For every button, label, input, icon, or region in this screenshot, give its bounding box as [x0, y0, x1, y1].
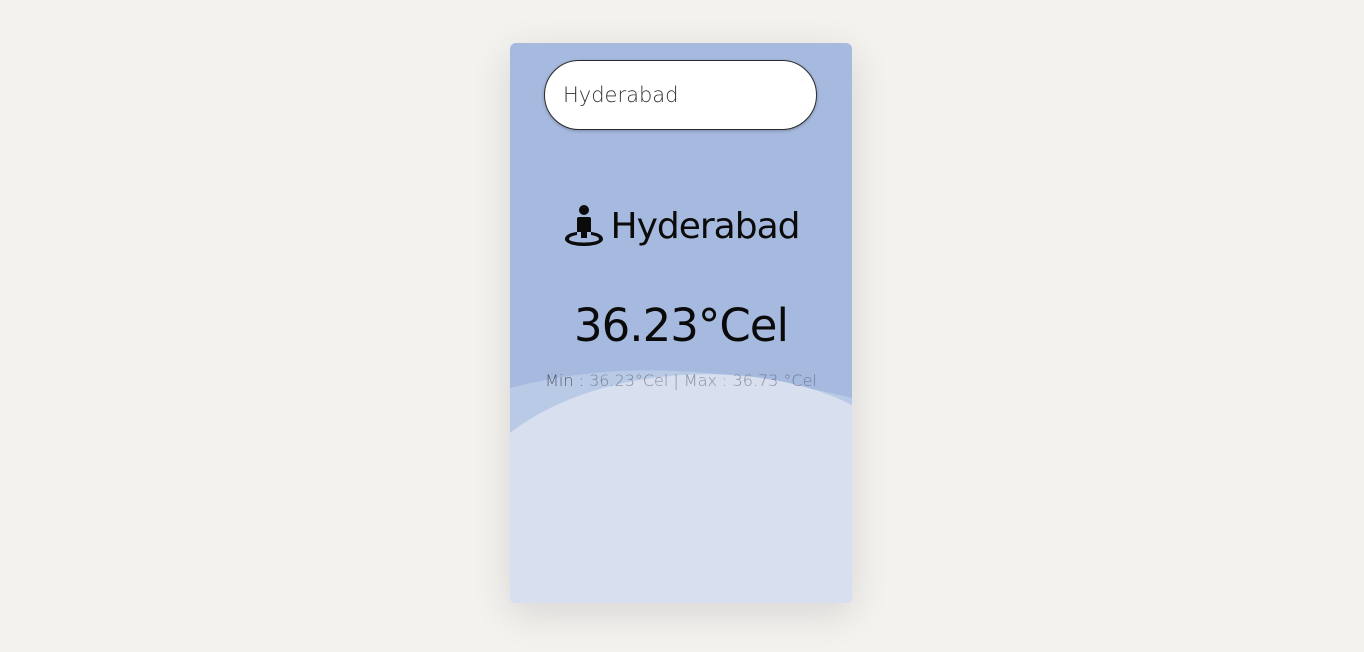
min-max-separator: | [668, 371, 684, 390]
weather-card: Hyderabad 36.23°Cel Min : 36.23°Cel | Ma… [510, 43, 852, 603]
city-heading: Hyderabad [510, 201, 852, 251]
current-temperature: 36.23°Cel [574, 299, 789, 352]
max-label: Max : [683, 371, 733, 390]
city-name: Hyderabad [610, 205, 801, 247]
min-label: Min : [545, 371, 590, 390]
city-search-input[interactable] [544, 60, 817, 130]
person-pin-icon [564, 205, 603, 246]
min-value: 36.23°Cel [589, 371, 669, 390]
max-value: 36.73 °Cel [732, 371, 817, 390]
min-max-temperature: Min : 36.23°Cel | Max : 36.73 °Cel [510, 371, 852, 390]
